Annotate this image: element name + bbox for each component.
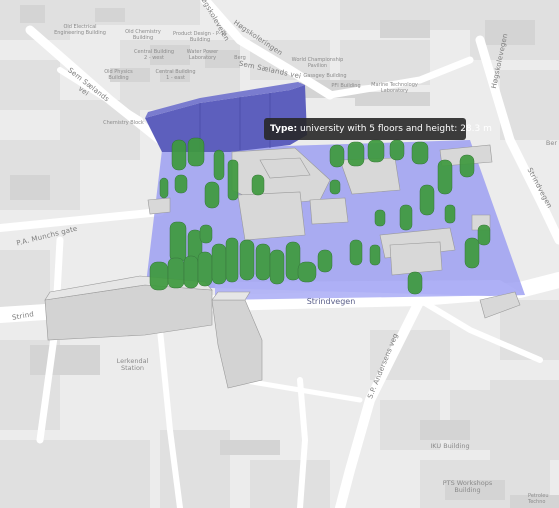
street-strindvegen-center: Strindvegen [306, 297, 356, 306]
label-ber: Ber [545, 139, 558, 147]
label-central-building-1: Central Building 1 - east [155, 69, 196, 81]
label-old-chemistry-building: Old Chemistry Building [125, 29, 161, 41]
tooltip-key: Type: [270, 124, 298, 134]
building-info-tooltip: Type: university with 5 floors and heigh… [264, 118, 492, 140]
label-iku-building: IKU Building [430, 442, 470, 450]
label-pts-workshops-building: PTS Workshops Building [442, 479, 493, 495]
tooltip-value: university with 5 floors and height: 28.… [299, 124, 492, 134]
label-water-power-laboratory: Water Power Laboratory [186, 49, 219, 61]
label-petroleum-technology: Petroleu Techno [528, 493, 549, 505]
label-chemistry-block: Chemistry Block [103, 120, 144, 126]
label-marine-technology-laboratory: Marine Technology Laboratory [371, 82, 418, 94]
label-lerkendal-station: Lerkendal Station [116, 357, 149, 373]
label-central-building-2: Central Building 2 - west [133, 49, 175, 61]
map-view[interactable]: Old Electrical Engineering Building Old … [0, 0, 559, 508]
label-old-electrical-engineering-building: Old Electrical Engineering Building [54, 24, 106, 36]
label-world-championship-pavilion: World Championship Pavilion [291, 57, 344, 69]
label-pfi-building: PFI Building [331, 83, 361, 89]
label-old-physics-building: Old Physics Building [104, 69, 133, 81]
